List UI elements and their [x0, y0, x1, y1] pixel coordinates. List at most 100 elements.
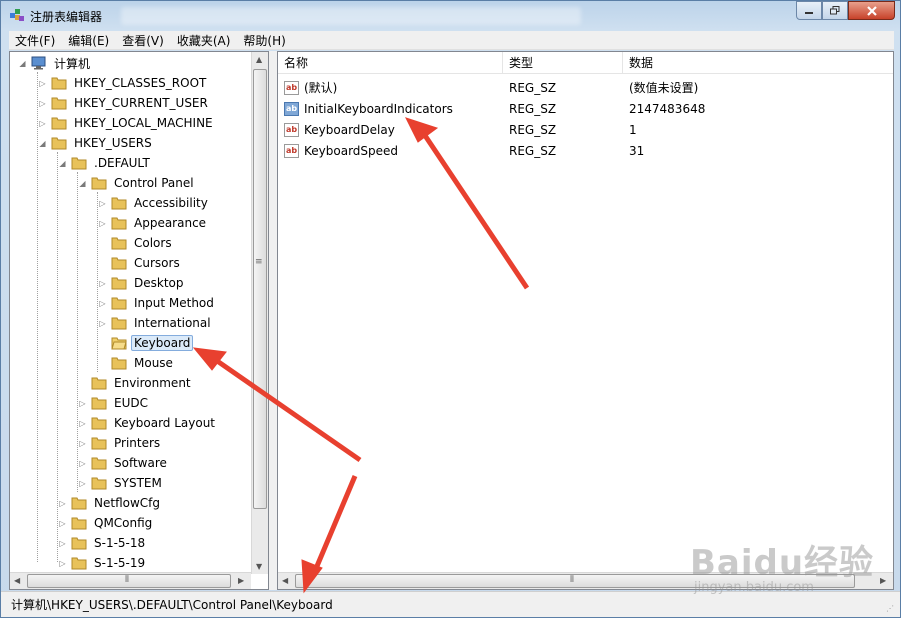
tree-item-desktop[interactable]: ▷ Desktop	[98, 274, 187, 292]
value-name: InitialKeyboardIndicators	[304, 102, 453, 116]
values-list-pane[interactable]: 名称 类型 数据 ab (默认) REG_SZ (数值未设置) ab Initi…	[277, 51, 894, 590]
folder-icon	[71, 517, 87, 530]
expand-arrow-icon[interactable]: ▷	[58, 499, 67, 508]
expand-arrow-icon[interactable]: ▷	[98, 279, 107, 288]
folder-icon	[111, 277, 127, 290]
menu-edit[interactable]: 编辑(E)	[68, 32, 109, 49]
tree-item-hkcr[interactable]: ▷ HKEY_CLASSES_ROOT	[38, 74, 209, 92]
resize-grip-icon[interactable]: ⋰	[886, 604, 896, 614]
scroll-right-icon[interactable]: ▶	[238, 576, 244, 585]
scroll-left-icon[interactable]: ◀	[14, 576, 20, 585]
tree-item-default[interactable]: ◢ .DEFAULT	[58, 154, 153, 172]
column-data-header[interactable]: 数据	[623, 52, 893, 74]
baidu-watermark: Baidu经验 jingyan.baidu.com	[690, 535, 874, 595]
tree-label: QMConfig	[94, 516, 153, 530]
tree-item-mouse[interactable]: Mouse	[98, 354, 176, 372]
folder-icon	[111, 197, 127, 210]
column-name-header[interactable]: 名称	[278, 52, 503, 74]
tree-label: Printers	[114, 436, 161, 450]
tree-item-s-1-5-19[interactable]: ▷ S-1-5-19	[58, 554, 148, 572]
tree-item-software[interactable]: ▷ Software	[78, 454, 170, 472]
expand-arrow-icon[interactable]: ▷	[58, 559, 67, 568]
tree-item-qmconfig[interactable]: ▷ QMConfig	[58, 514, 155, 532]
expand-arrow-icon[interactable]: ▷	[38, 119, 47, 128]
tree-item-cursors[interactable]: Cursors	[98, 254, 183, 272]
tree-item-keyboard-layout[interactable]: ▷ Keyboard Layout	[78, 414, 218, 432]
scroll-right-icon[interactable]: ▶	[880, 576, 886, 585]
close-button[interactable]	[848, 1, 895, 20]
value-row[interactable]: ab (默认) REG_SZ (数值未设置)	[278, 78, 878, 99]
tree-label: Colors	[134, 236, 172, 250]
tree-item-appearance[interactable]: ▷ Appearance	[98, 214, 209, 232]
menu-view[interactable]: 查看(V)	[122, 32, 164, 49]
expand-arrow-icon[interactable]: ▷	[98, 199, 107, 208]
expand-arrow-icon[interactable]: ▷	[98, 319, 107, 328]
value-row[interactable]: ab InitialKeyboardIndicators REG_SZ 2147…	[278, 99, 878, 120]
menu-help[interactable]: 帮助(H)	[243, 32, 285, 49]
expand-arrow-icon[interactable]: ▷	[38, 99, 47, 108]
scroll-left-icon[interactable]: ◀	[282, 576, 288, 585]
collapse-arrow-icon[interactable]: ◢	[58, 159, 67, 168]
column-type-header[interactable]: 类型	[503, 52, 623, 74]
collapse-arrow-icon[interactable]: ◢	[18, 59, 27, 68]
scroll-down-icon[interactable]: ▼	[256, 562, 262, 571]
expand-arrow-icon[interactable]: ▷	[98, 219, 107, 228]
tree-item-input-method[interactable]: ▷ Input Method	[98, 294, 217, 312]
tree-label: Environment	[114, 376, 191, 390]
tree-label: Software	[114, 456, 167, 470]
expand-arrow-icon[interactable]: ▷	[98, 299, 107, 308]
scroll-thumb[interactable]	[253, 69, 267, 509]
tree-label: Appearance	[134, 216, 207, 230]
tree-label: Desktop	[134, 276, 184, 290]
tree-item-keyboard[interactable]: Keyboard	[98, 334, 194, 352]
value-data: 2147483648	[629, 102, 706, 116]
collapse-arrow-icon[interactable]: ◢	[38, 139, 47, 148]
expand-arrow-icon[interactable]: ▷	[78, 439, 87, 448]
tree-item-hku[interactable]: ◢ HKEY_USERS	[38, 134, 155, 152]
tree-item-netflowcfg[interactable]: ▷ NetflowCfg	[58, 494, 163, 512]
tree-item-environment[interactable]: Environment	[78, 374, 194, 392]
folder-icon	[91, 377, 107, 390]
tree-item-colors[interactable]: Colors	[98, 234, 175, 252]
expand-arrow-icon[interactable]: ▷	[38, 79, 47, 88]
key-tree-pane[interactable]: ◢ 计算机 ▷ HKEY_CLASSES_ROOT ▷ HKEY_CURRENT…	[9, 51, 269, 590]
tree-item-hklm[interactable]: ▷ HKEY_LOCAL_MACHINE	[38, 114, 216, 132]
tree-item-system[interactable]: ▷ SYSTEM	[78, 474, 165, 492]
tree-item-control-panel[interactable]: ◢ Control Panel	[78, 174, 197, 192]
tree-item-printers[interactable]: ▷ Printers	[78, 434, 163, 452]
folder-icon	[51, 77, 67, 90]
tree-item-international[interactable]: ▷ International	[98, 314, 214, 332]
expand-arrow-icon[interactable]: ▷	[78, 399, 87, 408]
column-header: 名称 类型 数据	[278, 52, 893, 74]
tree-label: EUDC	[114, 396, 148, 410]
tree-label: HKEY_USERS	[74, 136, 152, 150]
tree-item-eudc[interactable]: ▷ EUDC	[78, 394, 151, 412]
expand-arrow-icon[interactable]: ▷	[78, 479, 87, 488]
minimize-button[interactable]	[796, 1, 822, 20]
tree-item-computer[interactable]: ◢ 计算机	[18, 54, 93, 72]
grip-icon: ⦀	[125, 575, 129, 585]
tree-label: HKEY_CLASSES_ROOT	[74, 76, 207, 90]
expand-arrow-icon[interactable]: ▷	[58, 539, 67, 548]
menu-favorites[interactable]: 收藏夹(A)	[177, 32, 231, 49]
value-row[interactable]: ab KeyboardDelay REG_SZ 1	[278, 120, 878, 141]
string-value-icon: ab	[284, 81, 299, 95]
value-row[interactable]: ab KeyboardSpeed REG_SZ 31	[278, 141, 878, 162]
expand-arrow-icon[interactable]: ▷	[58, 519, 67, 528]
tree-vertical-scrollbar[interactable]: ▲ ≡ ▼	[251, 52, 268, 574]
expand-arrow-icon[interactable]: ▷	[78, 459, 87, 468]
scroll-thumb[interactable]	[27, 574, 231, 588]
maximize-button[interactable]	[822, 1, 848, 20]
tree-item-accessibility[interactable]: ▷ Accessibility	[98, 194, 211, 212]
collapse-arrow-icon[interactable]: ◢	[78, 179, 87, 188]
title-bar[interactable]: 注册表编辑器	[1, 1, 900, 31]
folder-icon	[111, 357, 127, 370]
tree-item-s-1-5-18[interactable]: ▷ S-1-5-18	[58, 534, 148, 552]
expand-arrow-icon[interactable]: ▷	[78, 419, 87, 428]
folder-icon	[71, 537, 87, 550]
tree-item-hkcu[interactable]: ▷ HKEY_CURRENT_USER	[38, 94, 211, 112]
tree-horizontal-scrollbar[interactable]: ◀ ⦀ ▶	[10, 572, 251, 589]
grip-icon: ≡	[255, 257, 263, 267]
scroll-up-icon[interactable]: ▲	[256, 55, 262, 64]
menu-file[interactable]: 文件(F)	[15, 32, 55, 49]
